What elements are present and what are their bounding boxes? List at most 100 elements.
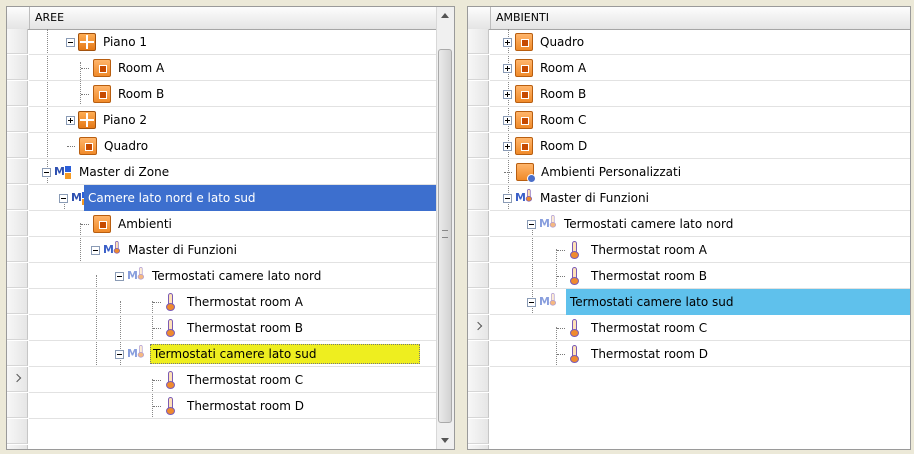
row-header[interactable] [468, 133, 489, 158]
row-header[interactable] [468, 107, 489, 132]
tree-row[interactable]: M Master di Funzioni [29, 237, 437, 263]
tree-row[interactable]: M Camere lato nord e lato sud [29, 185, 437, 211]
row-header[interactable] [7, 81, 28, 106]
tree-row[interactable]: Room B [490, 81, 910, 107]
tree-row[interactable]: Room A [29, 55, 437, 81]
collapse-toggle[interactable] [115, 349, 124, 359]
node-label[interactable]: Termostati camere lato sud [150, 344, 420, 364]
tree-row[interactable]: Thermostat room A [490, 237, 910, 263]
row-header[interactable] [7, 289, 28, 314]
row-header[interactable] [7, 55, 28, 80]
panel-splitter[interactable] [455, 6, 467, 450]
tree-row[interactable]: Piano 1 [29, 29, 437, 55]
aree-column-header[interactable]: AREE [7, 7, 454, 30]
collapse-toggle[interactable] [91, 245, 100, 255]
tree-row[interactable]: Thermostat room A [29, 289, 437, 315]
tree-row[interactable]: Thermostat room B [490, 263, 910, 289]
selected-node[interactable]: Camere lato nord e lato sud [84, 185, 437, 211]
collapse-toggle[interactable] [527, 297, 536, 307]
expand-toggle[interactable] [503, 89, 512, 99]
row-header[interactable] [7, 133, 28, 158]
scroll-up-arrow-icon[interactable] [437, 7, 454, 24]
node-label: Ambienti [118, 217, 172, 231]
tree-row[interactable]: Thermostat room C [490, 315, 910, 341]
tree-row[interactable]: M Master di Zone [29, 159, 437, 185]
tree-row[interactable]: Piano 2 [29, 107, 437, 133]
node-label: Room A [540, 61, 587, 75]
tree-row[interactable]: M Termostati camere lato nord [29, 263, 437, 289]
row-header[interactable] [468, 55, 489, 80]
room-icon [515, 137, 533, 155]
row-header[interactable] [468, 419, 489, 444]
tree-row[interactable]: Thermostat room D [29, 393, 437, 419]
tree-row[interactable]: Quadro [29, 133, 437, 159]
expand-toggle[interactable] [503, 115, 512, 125]
collapse-toggle[interactable] [42, 167, 51, 177]
tree-row[interactable]: Room A [490, 55, 910, 81]
tree-row[interactable]: Room D [490, 133, 910, 159]
row-header[interactable] [7, 185, 28, 210]
tree-row[interactable]: Ambienti Personalizzati [490, 159, 910, 185]
tree-row[interactable]: M Master di Funzioni [490, 185, 910, 211]
row-header[interactable] [468, 159, 489, 184]
row-header[interactable] [468, 29, 489, 54]
row-header-current[interactable] [468, 315, 489, 340]
tree-row[interactable]: Thermostat room D [490, 341, 910, 367]
row-header[interactable] [7, 107, 28, 132]
row-header[interactable] [7, 445, 28, 449]
row-header[interactable] [7, 237, 28, 262]
row-header[interactable] [7, 29, 28, 54]
collapse-toggle[interactable] [59, 193, 68, 203]
row-header[interactable] [7, 393, 28, 418]
ambienti-column-header[interactable]: AMBIENTI [468, 7, 910, 30]
node-label: Thermostat room D [591, 347, 708, 361]
expand-toggle[interactable] [66, 115, 75, 125]
selected-node[interactable]: Termostati camere lato sud [566, 289, 910, 315]
row-header[interactable] [468, 289, 489, 314]
expand-toggle[interactable] [503, 63, 512, 73]
tree-row[interactable]: Thermostat room C [29, 367, 437, 393]
tree-row[interactable]: Room B [29, 81, 437, 107]
tree-row[interactable]: Quadro [490, 29, 910, 55]
row-header[interactable] [468, 263, 489, 288]
row-header[interactable] [7, 315, 28, 340]
row-header[interactable] [7, 419, 28, 444]
node-label: Room B [540, 87, 587, 101]
node-label: Thermostat room C [591, 321, 708, 335]
row-header[interactable] [468, 445, 489, 449]
master-function-icon: M [539, 293, 557, 311]
row-header[interactable] [7, 341, 28, 366]
tree-row[interactable]: Room C [490, 107, 910, 133]
collapse-toggle[interactable] [115, 271, 124, 281]
aree-header-title: AREE [35, 11, 65, 24]
row-header-current[interactable] [7, 367, 28, 392]
vertical-scrollbar[interactable] [436, 7, 454, 449]
tree-row[interactable]: M Termostati camere lato sud [29, 341, 437, 367]
row-header[interactable] [468, 211, 489, 236]
row-header[interactable] [468, 341, 489, 366]
row-header[interactable] [7, 159, 28, 184]
master-function-icon: M [127, 267, 145, 285]
scroll-thumb[interactable] [438, 49, 452, 423]
node-label: Thermostat room B [591, 269, 707, 283]
aree-tree-panel: AREE Piano 1 Room A Room B Piano 2 Quadr… [6, 6, 455, 450]
scroll-down-arrow-icon[interactable] [437, 432, 454, 449]
row-header[interactable] [468, 367, 489, 392]
expand-toggle[interactable] [503, 141, 512, 151]
row-header[interactable] [468, 237, 489, 262]
collapse-toggle[interactable] [503, 193, 512, 203]
tree-row[interactable]: M Termostati camere lato sud [490, 289, 910, 315]
row-header[interactable] [468, 185, 489, 210]
tree-row[interactable]: Ambienti [29, 211, 437, 237]
tree-row[interactable]: Thermostat room B [29, 315, 437, 341]
collapse-toggle[interactable] [527, 219, 536, 229]
row-header[interactable] [7, 211, 28, 236]
master-function-icon: M [539, 215, 557, 233]
custom-rooms-icon [516, 163, 536, 183]
collapse-toggle[interactable] [66, 37, 75, 47]
row-header[interactable] [7, 263, 28, 288]
expand-toggle[interactable] [503, 37, 512, 47]
tree-row[interactable]: M Termostati camere lato nord [490, 211, 910, 237]
row-header[interactable] [468, 81, 489, 106]
row-header[interactable] [468, 393, 489, 418]
